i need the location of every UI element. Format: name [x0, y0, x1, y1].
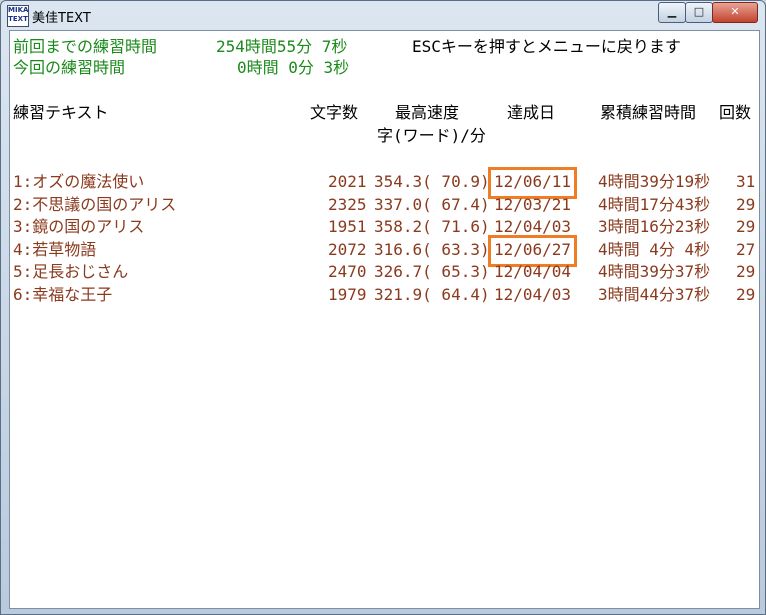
esc-hint: ESCキーを押すとメニューに戻ります	[412, 37, 681, 56]
close-button[interactable]: ✕	[712, 2, 758, 23]
column-header-max-speed: 最高速度	[395, 103, 460, 122]
row-title: 1:オズの魔法使い	[13, 172, 145, 191]
row-total-time: 4時間 4分 4秒	[598, 239, 711, 259]
row-title: 5:足長おじさん	[13, 262, 129, 281]
row-title: 6:幸福な王子	[13, 284, 113, 304]
row-title: 2:不思議の国のアリス	[13, 194, 177, 214]
row-date: 12/03/21	[494, 194, 572, 214]
window-title: 美佳TEXT	[32, 11, 91, 26]
row-speed: 321.9( 64.4)	[374, 284, 490, 304]
minimize-button[interactable]: ▁	[658, 2, 686, 23]
row-date: 12/06/27	[494, 239, 572, 259]
row-chars: 2470	[328, 262, 367, 281]
column-header-text: 練習テキスト	[13, 103, 109, 122]
row-speed: 337.0( 67.4)	[374, 194, 490, 214]
row-total-time: 3時間44分37秒	[598, 284, 711, 304]
column-header-date: 達成日	[507, 103, 556, 122]
row-count: 27	[736, 239, 756, 259]
session-time-label: 今回の練習時間	[13, 58, 126, 77]
app-logo-icon: MIKA TEXT	[7, 5, 29, 27]
row-chars: 2021	[328, 172, 367, 191]
column-header-chars: 文字数	[310, 103, 359, 122]
row-date: 12/04/03	[494, 284, 572, 304]
total-time-label: 前回までの練習時間	[13, 37, 158, 56]
row-total-time: 4時間17分43秒	[598, 194, 711, 214]
row-date: 12/06/11	[494, 172, 572, 191]
row-chars: 2072	[328, 239, 367, 259]
column-header-speed-unit: 字(ワード)/分	[377, 126, 486, 145]
row-chars: 1979	[328, 284, 367, 304]
row-chars: 1951	[328, 217, 367, 236]
row-total-time: 4時間39分37秒	[598, 262, 711, 281]
row-total-time: 3時間16分23秒	[598, 217, 711, 236]
console-area: 前回までの練習時間 254時間55分 7秒 今回の練習時間 0時間 0分 3秒 …	[9, 30, 760, 609]
row-speed: 326.7( 65.3)	[374, 262, 490, 281]
row-date: 12/04/04	[494, 262, 572, 281]
row-count: 29	[736, 284, 756, 304]
session-time-value: 0時間 0分 3秒	[237, 58, 350, 77]
row-title: 4:若草物語	[13, 239, 97, 259]
row-count: 29	[736, 262, 756, 281]
row-count: 31	[736, 172, 756, 191]
row-count: 29	[736, 217, 756, 236]
row-speed: 358.2( 71.6)	[374, 217, 490, 236]
column-header-count: 回数	[719, 103, 752, 122]
row-speed: 316.6( 63.3)	[374, 239, 490, 259]
title-bar[interactable]: MIKA TEXT 美佳TEXT ▁ □ ✕	[1, 1, 765, 29]
row-total-time: 4時間39分19秒	[598, 172, 711, 191]
row-chars: 2325	[328, 194, 367, 214]
row-speed: 354.3( 70.9)	[374, 172, 490, 191]
column-header-total-time: 累積練習時間	[600, 103, 697, 122]
row-title: 3:鏡の国のアリス	[13, 217, 145, 236]
app-window: MIKA TEXT 美佳TEXT ▁ □ ✕ 前回までの練習時間 254時間55…	[0, 0, 766, 615]
maximize-button[interactable]: □	[685, 2, 713, 23]
row-count: 29	[736, 194, 756, 214]
total-time-value: 254時間55分 7秒	[216, 37, 348, 56]
